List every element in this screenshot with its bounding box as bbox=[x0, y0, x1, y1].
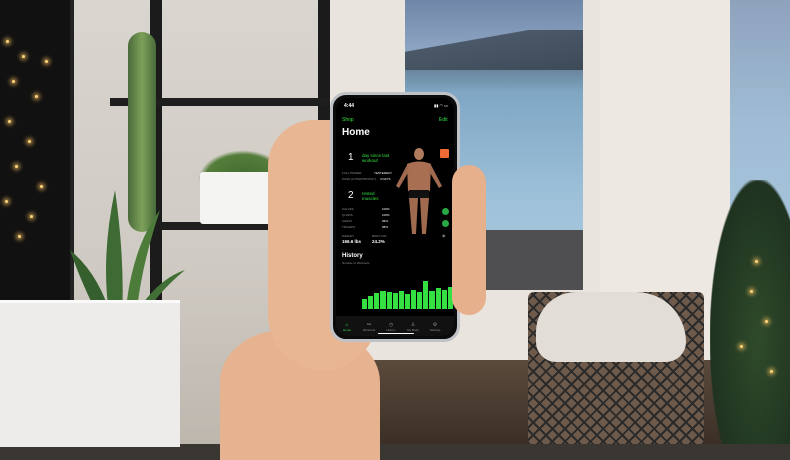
muscle-label-triceps: TRICEPS bbox=[342, 225, 356, 229]
smartphone: 4:44 ▮▮ ◠ ▭ Shop Edit Home 1 day since l… bbox=[330, 92, 460, 342]
muscle-value-chest: 99% bbox=[382, 219, 389, 223]
stat-value-2: 3 DAYS bbox=[380, 177, 391, 181]
rested-number: 2 bbox=[348, 190, 354, 201]
white-cabinet bbox=[0, 300, 180, 447]
bodyfat-label: BODY FAT bbox=[372, 234, 387, 238]
bodyfat-value: 24.2% bbox=[372, 239, 385, 244]
muscle-value-triceps: 98% bbox=[382, 225, 389, 229]
tab-label-history: History bbox=[386, 328, 396, 332]
stat-label-1: FULL POWER bbox=[342, 171, 362, 175]
tab-history[interactable]: ◷ History bbox=[382, 322, 400, 332]
tab-my-body[interactable]: ♙ My Body bbox=[404, 322, 422, 332]
thumb bbox=[452, 165, 486, 315]
rotate-toggle[interactable] bbox=[442, 208, 449, 215]
muscle-value-quads: 100% bbox=[382, 213, 390, 217]
edit-button[interactable]: Edit bbox=[439, 117, 448, 123]
home-indicator[interactable] bbox=[378, 332, 414, 334]
stat-value-1: YESTERDAY bbox=[374, 171, 392, 175]
history-bar bbox=[441, 289, 447, 309]
muscle-body-model[interactable] bbox=[394, 146, 444, 241]
history-bar bbox=[404, 294, 411, 309]
history-bar bbox=[417, 291, 423, 309]
blanket bbox=[536, 292, 686, 362]
tab-settings[interactable]: ⚙ Settings bbox=[426, 322, 444, 332]
tab-workouts[interactable]: ⚯ Workouts bbox=[360, 322, 378, 332]
history-bar bbox=[392, 292, 398, 309]
history-subtitle: Number of Workouts bbox=[342, 261, 370, 265]
history-bar bbox=[435, 288, 441, 309]
tab-label-my-body: My Body bbox=[407, 328, 419, 332]
television bbox=[0, 0, 74, 310]
muscle-label-quads: QUADS bbox=[342, 213, 353, 217]
stat-label-2: PUSH (HYPERTROPHY) bbox=[342, 177, 376, 181]
history-bar bbox=[380, 291, 386, 309]
phone-screen: 4:44 ▮▮ ◠ ▭ Shop Edit Home 1 day since l… bbox=[336, 98, 454, 336]
model-color-button[interactable] bbox=[440, 149, 449, 158]
mountains bbox=[405, 30, 583, 70]
muscle-label-calves: CALVES bbox=[342, 207, 354, 211]
tab-label-workouts: Workouts bbox=[362, 328, 376, 332]
history-bar bbox=[423, 280, 429, 309]
history-bar bbox=[368, 295, 374, 309]
tab-label-settings: Settings bbox=[429, 328, 441, 332]
christmas-tree bbox=[710, 180, 790, 444]
eye-icon[interactable]: ◉ bbox=[442, 233, 446, 238]
history-bar bbox=[362, 298, 368, 309]
tab-home[interactable]: ⌂ Home bbox=[338, 322, 356, 332]
weight-label: WEIGHT bbox=[342, 234, 354, 238]
rested-text: rested muscles bbox=[362, 191, 379, 201]
history-bar bbox=[374, 292, 380, 309]
history-bar bbox=[386, 291, 392, 309]
days-number: 1 bbox=[348, 152, 354, 163]
history-title: History bbox=[342, 253, 363, 259]
tab-label-home: Home bbox=[342, 328, 351, 332]
history-bar bbox=[398, 291, 404, 309]
history-bar bbox=[411, 290, 417, 309]
history-bar-chart[interactable] bbox=[362, 279, 454, 309]
muscle-value-calves: 100% bbox=[382, 207, 390, 211]
snake-plant bbox=[70, 190, 185, 320]
shop-link[interactable]: Shop bbox=[342, 117, 354, 123]
status-time: 4:44 bbox=[344, 103, 355, 109]
history-bar bbox=[429, 291, 435, 309]
days-text: day since last workout bbox=[362, 153, 390, 163]
weight-value: 166.6 lbs bbox=[342, 239, 362, 244]
view-toggle[interactable] bbox=[442, 220, 449, 227]
status-icons: ▮▮ ◠ ▭ bbox=[434, 103, 448, 108]
muscle-label-chest: CHEST bbox=[342, 219, 353, 223]
page-title: Home bbox=[342, 127, 370, 138]
